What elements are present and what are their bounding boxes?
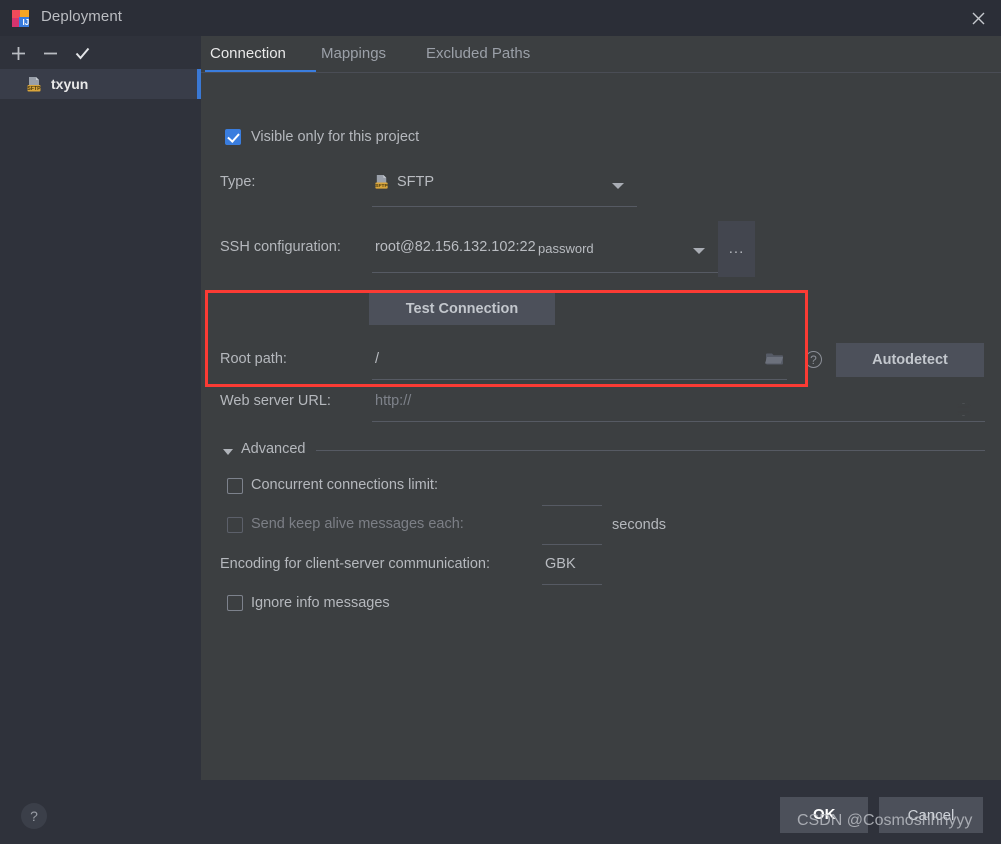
type-underline [372,206,637,207]
tab-mappings[interactable]: Mappings [321,45,386,62]
sftp-icon: SFTP [374,174,390,195]
svg-text:SFTP: SFTP [27,86,41,92]
advanced-section-label: Advanced [241,441,306,457]
concurrent-connections-checkbox[interactable] [227,478,243,494]
ssh-configuration-browse-button[interactable]: ... [718,221,755,277]
visible-only-label: Visible only for this project [251,129,420,145]
ssh-configuration-auth: password [538,241,594,256]
plus-icon[interactable] [6,41,30,65]
title-bar: IJ Deployment [0,0,1001,36]
ok-button[interactable] [780,797,868,833]
ssh-configuration-underline [372,272,718,273]
web-server-url-label: Web server URL: [220,393,331,409]
encoding-label: Encoding for client-server communication… [220,556,490,572]
web-server-url-value[interactable]: http:// [375,393,411,409]
svg-text:SFTP: SFTP [375,183,388,189]
minus-icon[interactable] [38,41,62,65]
root-path-value[interactable]: / [375,351,379,367]
folder-icon[interactable] [765,351,784,372]
root-path-help-icon[interactable]: ? [805,351,822,368]
concurrent-connections-label: Concurrent connections limit: [251,477,438,493]
concurrent-connections-underline [542,505,602,506]
test-connection-button[interactable]: Test Connection [369,292,555,325]
intellij-idea-icon: IJ [11,9,30,28]
sidebar-item-txyun[interactable]: SFTP txyun [0,69,201,99]
sftp-server-icon: SFTP [26,76,43,93]
keep-alive-unit-label: seconds [612,517,667,533]
sidebar-item-label: txyun [51,76,89,92]
globe-icon[interactable] [954,402,973,422]
svg-text:IJ: IJ [23,18,30,27]
ssh-configuration-label: SSH configuration: [220,239,341,255]
help-button[interactable]: ? [21,803,47,829]
type-label: Type: [220,174,256,190]
tab-connection[interactable]: Connection [210,45,286,62]
keep-alive-underline [542,544,602,545]
type-chevron-down-icon[interactable] [612,183,624,189]
ignore-info-messages-label: Ignore info messages [251,595,390,611]
advanced-chevron-down-icon[interactable] [223,449,233,455]
ignore-info-messages-checkbox[interactable] [227,595,243,611]
web-server-url-underline [372,421,985,422]
ssh-configuration-value: root@82.156.132.102:22 [375,239,536,255]
settings-tabs: Connection Mappings Excluded Paths [201,36,1001,73]
deployment-dialog: IJ Deployment SFTP txyun Connection Mapp… [0,0,1001,844]
ssh-configuration-chevron-down-icon[interactable] [693,248,705,254]
tab-excluded-paths[interactable]: Excluded Paths [426,45,530,62]
server-list-toolbar [0,36,201,69]
visible-only-checkbox[interactable] [225,129,241,145]
encoding-value[interactable]: GBK [545,556,576,572]
root-path-label: Root path: [220,351,287,367]
keep-alive-label: Send keep alive messages each: [251,516,464,532]
window-title: Deployment [41,8,123,25]
autodetect-button[interactable]: Autodetect [836,343,984,377]
encoding-underline [542,584,602,585]
tabs-divider [201,72,1001,73]
keep-alive-checkbox[interactable] [227,517,243,533]
ssh-browse-label: ... [728,240,745,257]
check-icon[interactable] [70,41,94,65]
cancel-button[interactable]: Cancel [879,797,983,833]
advanced-separator [316,450,985,451]
server-list-pane: SFTP txyun [0,36,201,780]
close-icon[interactable] [955,0,1001,36]
connection-settings-pane: Connection Mappings Excluded Paths Visib… [201,36,1001,780]
type-value: SFTP [397,174,435,190]
root-path-underline [372,379,787,380]
